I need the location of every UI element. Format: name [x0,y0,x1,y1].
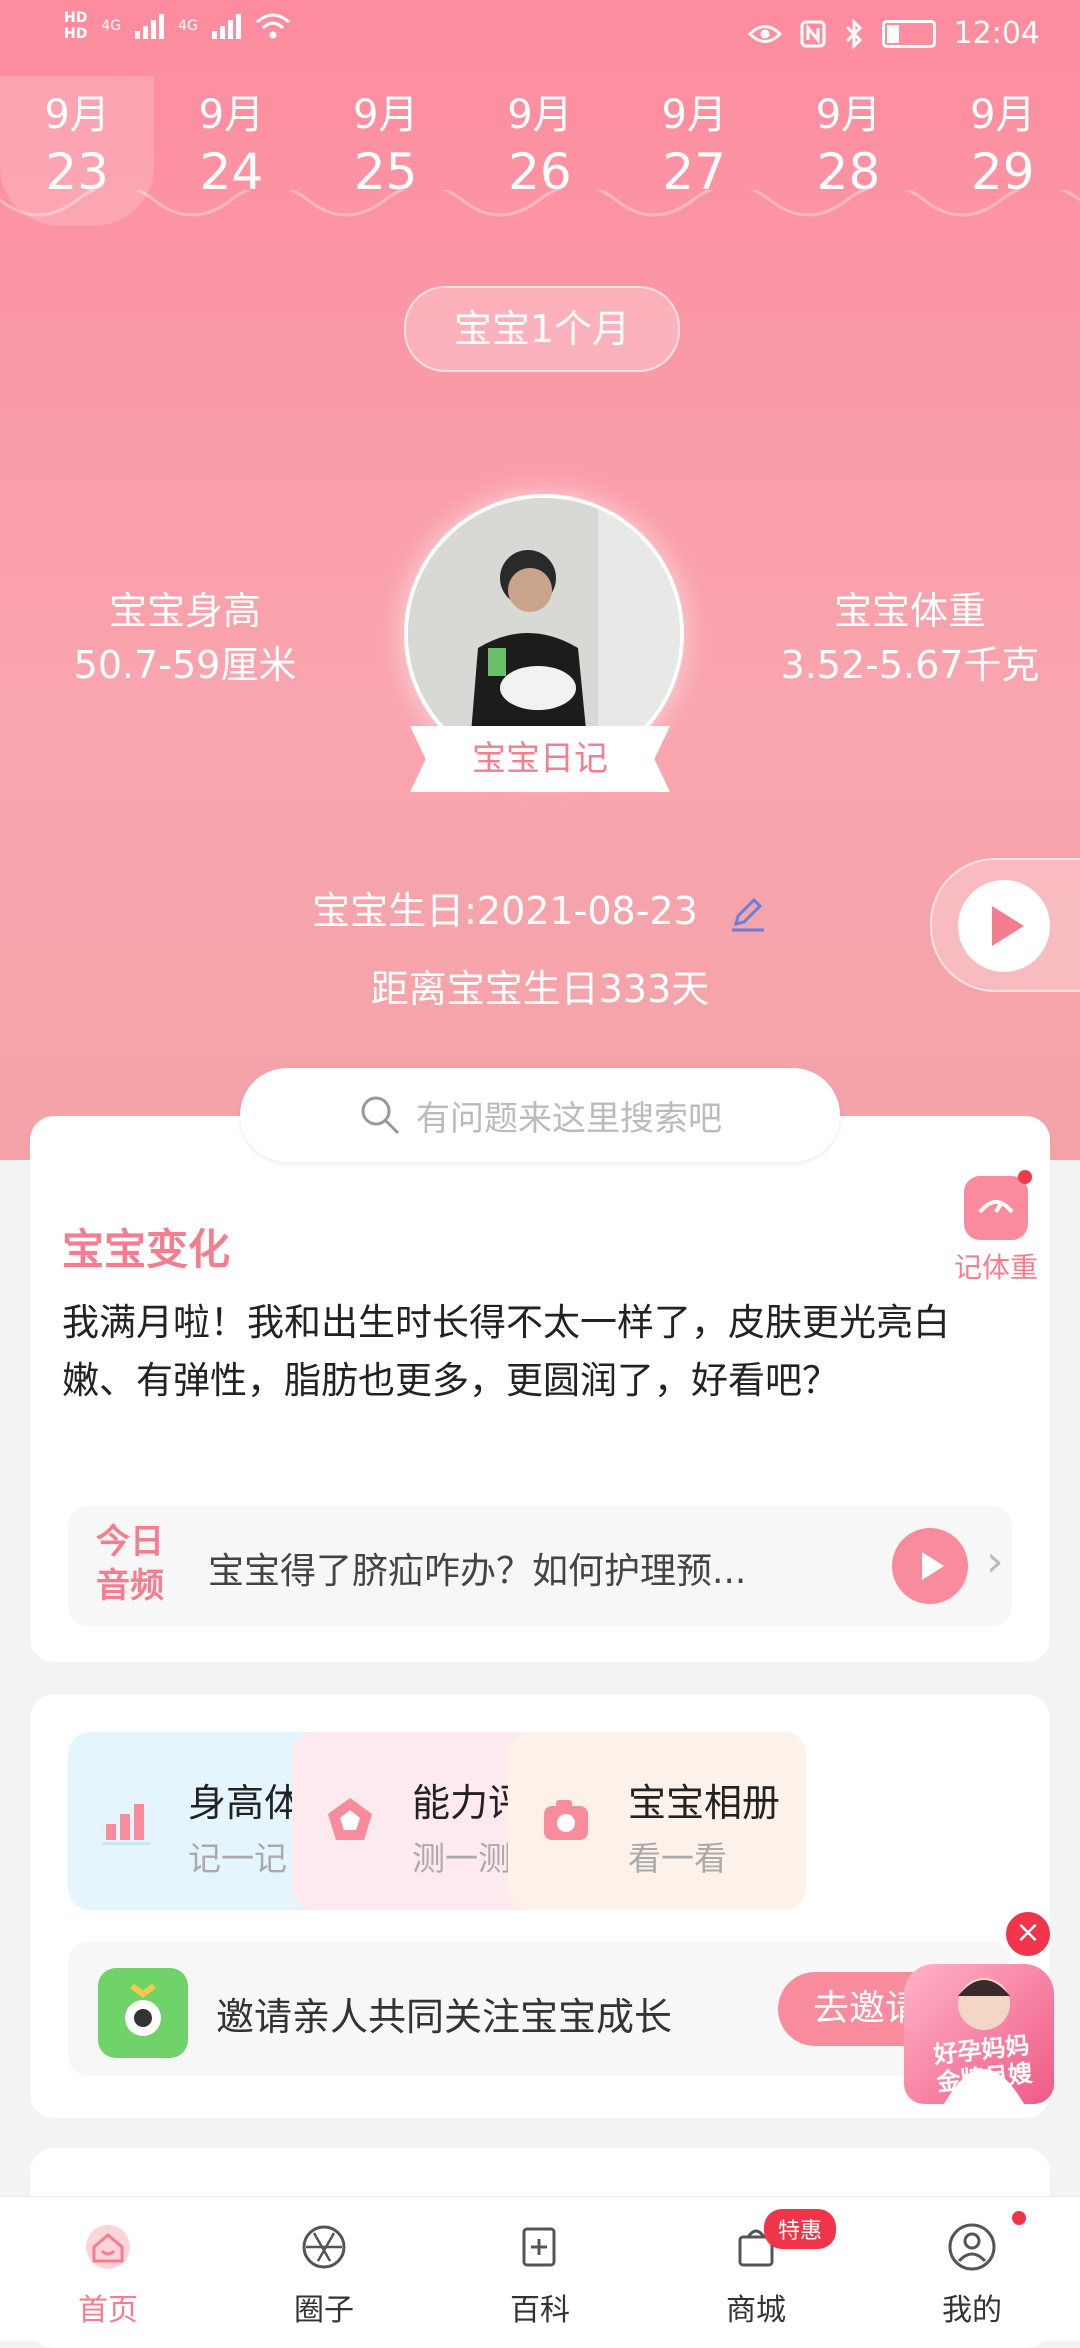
battery-icon [881,19,936,48]
notification-dot [1012,2211,1026,2225]
birthday-row: 宝宝生日:2021-08-23 [0,880,1080,935]
height-stat[interactable]: 宝宝身高 50.7-59厘米 [50,584,320,692]
baby-age-pill[interactable]: 宝宝1个月 [404,286,680,372]
daily-audio-row[interactable]: 今日音频 宝宝得了脐疝咋办？如何护理预... › [68,1506,1012,1626]
audio-tag: 今日音频 [96,1522,164,1606]
birthday-text: 宝宝生日:2021-08-23 [312,889,698,933]
eye-icon [747,24,782,43]
invite-icon [98,1968,188,2058]
signal-icon [135,13,165,39]
signal-icon [211,13,241,39]
tab-mall[interactable]: 商城 特惠 [648,2197,864,2341]
scale-icon [964,1170,1032,1240]
birthday-countdown: 距离宝宝生日333天 [370,967,710,1011]
person-icon [948,2223,996,2271]
tab-home[interactable]: 首页 [0,2197,216,2341]
promo-floating-ad[interactable]: 好孕妈妈 金牌月嫂 × [896,1908,1066,2108]
sale-badge: 特惠 [764,2209,837,2249]
invite-family-row[interactable]: 邀请亲人共同关注宝宝成长 去邀请 [68,1942,1012,2076]
tool-baby-album[interactable]: 宝宝相册 看一看 [508,1732,806,1910]
baby-change-card: 宝宝变化 记体重 我满月啦！我和出生时长得不太一样了，皮肤更光亮白嫩、有弹性，脂… [30,1116,1050,1662]
search-icon [361,1096,400,1135]
wifi-icon [255,13,290,39]
bottom-tab-bar: 首页 圈子 百科 商城 特惠 我的 [0,2196,1080,2341]
status-bar: HD HD 4G 4G 12:04 [0,0,1080,72]
section-title: 宝宝变化 [62,1225,231,1274]
clock: 12:04 [953,16,1040,51]
camera-icon [544,1800,588,1840]
search-bar[interactable]: 有问题来这里搜索吧 [240,1068,840,1162]
aperture-icon [302,2225,346,2269]
book-icon [522,2227,556,2267]
weight-stat[interactable]: 宝宝体重 3.52-5.67千克 [760,584,1060,692]
tab-encyclopedia[interactable]: 百科 [432,2197,648,2341]
network-label-1: 4G [101,18,122,34]
play-icon [992,906,1024,946]
chevron-right-icon: › [986,1536,1004,1587]
hd-indicators: HD HD [64,10,88,42]
edit-icon[interactable] [728,894,768,934]
close-icon[interactable]: × [1004,1910,1052,1958]
nfc-icon [800,20,826,47]
play-icon [922,1552,944,1580]
bar-chart-icon [102,1804,150,1845]
home-icon [86,2225,130,2269]
audio-play-button[interactable] [892,1528,968,1604]
baby-diary-ribbon[interactable]: 宝宝日记 [410,726,670,792]
search-placeholder: 有问题来这里搜索吧 [416,1098,722,1139]
hero-header: HD HD 4G 4G 12:04 9月 23 9月 24 9月 25 9月 26 9月… [0,0,1080,1160]
invite-text: 邀请亲人共同关注宝宝成长 [216,1995,673,2039]
wave-divider [0,190,1080,217]
bluetooth-icon [845,18,862,49]
floating-play-button[interactable] [930,858,1080,992]
tab-circle[interactable]: 圈子 [216,2197,432,2341]
change-description: 我满月啦！我和出生时长得不太一样了，皮肤更光亮白嫩、有弹性，脂肪也更多，更圆润了… [62,1301,950,1402]
tab-mine[interactable]: 我的 [864,2197,1080,2341]
pentagon-icon [328,1798,372,1840]
network-label-2: 4G [178,18,198,34]
audio-title: 宝宝得了脐疝咋办？如何护理预... [208,1551,747,1592]
record-weight-button[interactable]: 记体重 [946,1170,1046,1286]
